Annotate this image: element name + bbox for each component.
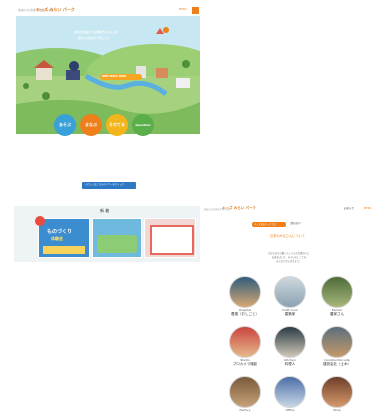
about-intro-line-3: みんなでかんがえよう！ [276, 260, 302, 263]
banner-1-art [43, 246, 85, 254]
about-title: 仕事のみなさんについて [270, 234, 305, 238]
about-site-logo[interactable]: キッズ みらい パーク [222, 206, 256, 211]
about-page-screenshot: おおいたのまちからつくる キッズ みらい パーク お知らせ MENU キッズ未来… [200, 198, 378, 416]
person-photo [274, 376, 306, 408]
person-photo [229, 276, 261, 308]
banner-card-map[interactable] [92, 218, 142, 258]
person-card[interactable]: Shop [320, 376, 354, 412]
person-photo [229, 376, 261, 408]
banner-card-monozukuri[interactable]: ものづくり 体験会 [35, 216, 90, 258]
learn-circle-button[interactable]: まなぶ [80, 114, 102, 136]
person-card[interactable]: Studio プロカメラ撮影 [228, 326, 262, 367]
person-card[interactable]: Office [273, 376, 307, 412]
person-photo [274, 276, 306, 308]
person-name: 農家さん [330, 312, 344, 316]
person-caption: Office [285, 408, 295, 412]
person-name: 看護（おしごと） [231, 312, 259, 316]
person-name: プロカメラ撮影 [232, 362, 258, 366]
person-card[interactable]: Construction site 建設会社（土木） [320, 326, 354, 367]
person-photo [321, 276, 353, 308]
grow-circle-button[interactable]: そだてる [106, 114, 128, 136]
person-photo [274, 326, 306, 358]
person-name: 建設会社（土木） [323, 362, 351, 366]
hero-banner-sign: KIDS MIRAI PARK [102, 75, 127, 78]
menu-label-text: MENU [179, 8, 187, 11]
person-card[interactable]: Hospital 看護（おしごと） [228, 276, 262, 317]
person-photo [229, 326, 261, 358]
tag-activities[interactable]: 活動の紹介 [290, 222, 301, 226]
cta-label: くわしくはこちらのバナーをクリック [85, 183, 125, 186]
person-card[interactable]: Craft room 建築家 [273, 276, 307, 317]
top-page-screenshot: おおいたのまちからつくる キッズ みらい パーク MENU あなたもぼくらの街で… [14, 6, 200, 196]
banner-2-art [97, 235, 137, 253]
question-circle-button[interactable]: Question [132, 114, 154, 136]
menu-button[interactable]: MENU [179, 7, 199, 14]
banner-card-frame[interactable] [144, 218, 196, 258]
tag-about-label: キッズ未来パークとは [254, 222, 276, 226]
hero-illustration: あなたもぼくらの街でいっしょに みらいのまちへ行こう！ KIDS MIRAI P… [16, 16, 200, 134]
person-photo [321, 376, 353, 408]
tag-about[interactable]: キッズ未来パークとは [252, 222, 286, 227]
banner-new-badge-icon [35, 216, 45, 226]
site-logo[interactable]: キッズ みらい パーク [36, 7, 75, 13]
cta-button[interactable]: くわしくはこちらのバナーをクリック [82, 182, 136, 189]
about-nav-menu[interactable]: MENU [364, 207, 371, 211]
person-name: 料理人 [284, 362, 296, 366]
play-circle-button[interactable]: あそぶ [54, 114, 76, 136]
person-photo [321, 326, 353, 358]
person-card[interactable]: Factory [228, 376, 262, 412]
banners-section: 新 着 ものづくり 体験会 [14, 206, 200, 262]
menu-icon [192, 7, 199, 14]
person-caption: Factory [239, 408, 251, 412]
banner-1-subtitle: 体験会 [51, 236, 63, 241]
person-caption: Shop [333, 408, 341, 412]
banners-heading: 新 着 [100, 208, 110, 213]
about-nav-notice[interactable]: お知らせ [344, 207, 354, 211]
hero-caption-line-1: あなたもぼくらの街でいっしょに [74, 30, 120, 34]
hero-caption-line-2: みらいのまちへ行こう！ [78, 36, 112, 40]
banner-1-title: ものづくり [47, 229, 73, 235]
person-name: 建築家 [284, 312, 296, 316]
person-card[interactable]: Farmer 農家さん [320, 276, 354, 317]
banner-3-art [150, 225, 194, 255]
person-card[interactable]: Kitchen 料理人 [273, 326, 307, 367]
